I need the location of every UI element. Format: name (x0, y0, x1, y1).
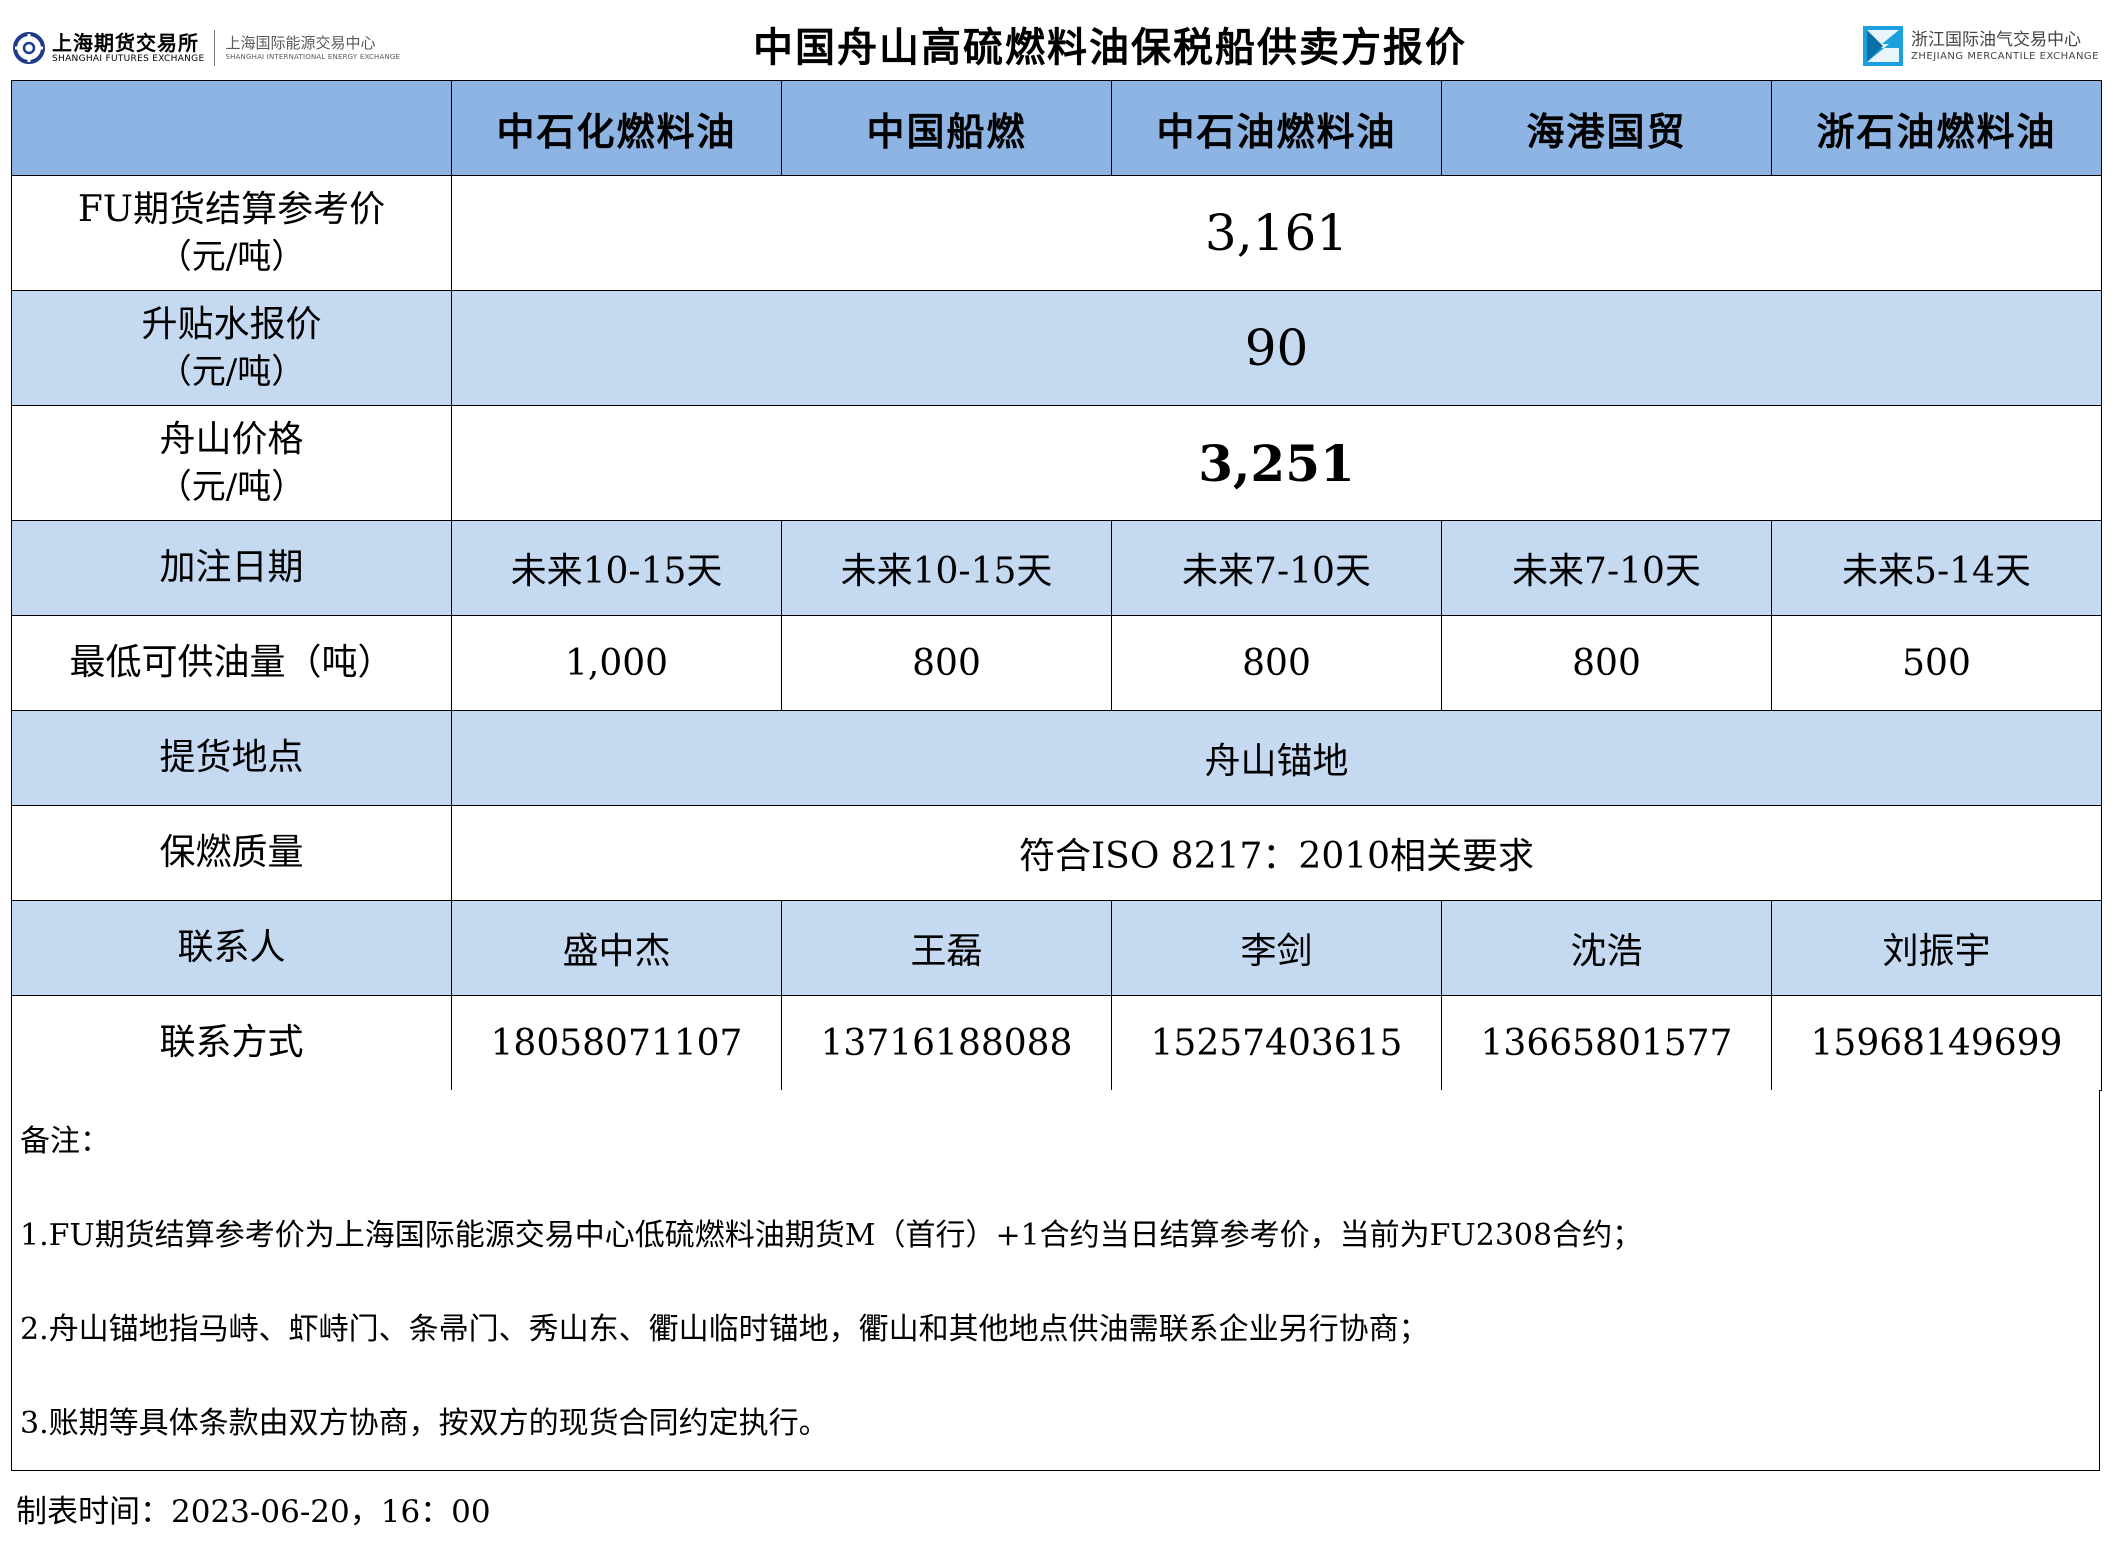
contact-phone-label: 联系方式 (11, 995, 452, 1091)
premium-row: 升贴水报价 （元/吨） 90 (11, 290, 2102, 406)
supplier-header-cell: 中国船燃 (781, 80, 1112, 176)
sfe-name-en: SHANGHAI FUTURES EXCHANGE (52, 53, 205, 64)
zhoushan-price-value: 3,251 (451, 405, 2102, 521)
sfe-name-cn: 上海期货交易所 (52, 30, 199, 55)
min-quantity-label: 最低可供油量（吨） (11, 615, 452, 711)
header-corner-cell (11, 80, 452, 176)
supplier-header-cell: 中石油燃料油 (1111, 80, 1442, 176)
sfe-emblem-icon (13, 32, 45, 64)
quality-value: 符合ISO 8217：2010相关要求 (451, 805, 2102, 901)
supplier-header-cell: 中石化燃料油 (451, 80, 782, 176)
contact-person-cell: 王磊 (781, 900, 1112, 996)
notes-box: 备注： 1.FU期货结算参考价为上海国际能源交易中心低硫燃料油期货M（首行）+1… (11, 1090, 2100, 1471)
ine-name-cn: 上海国际能源交易中心 (225, 34, 376, 52)
row-label: 升贴水报价 (141, 304, 322, 345)
contact-phone-cell: 15257403615 (1111, 995, 1442, 1091)
note-item: 3.账期等具体条款由双方协商，按双方的现货合同约定执行。 (20, 1406, 829, 1441)
contact-person-cell: 沈浩 (1441, 900, 1772, 996)
row-unit: （元/吨） (157, 237, 306, 277)
delivery-date-row: 加注日期 未来10-15天 未来10-15天 未来7-10天 未来7-10天 未… (11, 520, 2102, 616)
min-quantity-row: 最低可供油量（吨） 1,000 800 800 800 500 (11, 615, 2102, 711)
zme-name-cn: 浙江国际油气交易中心 (1911, 30, 2081, 50)
logo-divider (214, 30, 216, 66)
zme-logo: 浙江国际油气交易中心 ZHEJIANG MERCANTILE EXCHANGE (1863, 26, 2099, 66)
pickup-location-row: 提货地点 舟山锚地 (11, 710, 2102, 806)
premium-value: 90 (451, 290, 2102, 406)
page-header: 上海期货交易所 SHANGHAI FUTURES EXCHANGE 上海国际能源… (0, 0, 2113, 80)
contact-person-cell: 盛中杰 (451, 900, 782, 996)
contact-phone-row: 联系方式 18058071107 13716188088 15257403615… (11, 995, 2102, 1091)
contact-person-cell: 李剑 (1111, 900, 1442, 996)
delivery-date-label: 加注日期 (11, 520, 452, 616)
contact-person-label: 联系人 (11, 900, 452, 996)
page-title: 中国舟山高硫燃料油保税船供卖方报价 (753, 24, 1467, 71)
delivery-date-cell: 未来5-14天 (1771, 520, 2102, 616)
supplier-header-cell: 海港国贸 (1441, 80, 1772, 176)
made-time: 制表时间：2023-06-20，16：00 (16, 1494, 491, 1530)
min-quantity-cell: 500 (1771, 615, 2102, 711)
quote-table: 中石化燃料油 中国船燃 中石油燃料油 海港国贸 浙石油燃料油 FU期货结算参考价… (11, 80, 2102, 1091)
contact-phone-cell: 15968149699 (1771, 995, 2102, 1091)
supplier-header-row: 中石化燃料油 中国船燃 中石油燃料油 海港国贸 浙石油燃料油 (11, 80, 2102, 176)
min-quantity-cell: 800 (1111, 615, 1442, 711)
zhoushan-price-row: 舟山价格 （元/吨） 3,251 (11, 405, 2102, 521)
fu-price-label-cell: FU期货结算参考价 （元/吨） (11, 175, 452, 291)
zme-emblem-icon (1863, 26, 1903, 66)
supplier-header-cell: 浙石油燃料油 (1771, 80, 2102, 176)
min-quantity-cell: 1,000 (451, 615, 782, 711)
zme-name-en: ZHEJIANG MERCANTILE EXCHANGE (1911, 51, 2099, 62)
row-label: 舟山价格 (159, 419, 304, 460)
contact-phone-cell: 18058071107 (451, 995, 782, 1091)
note-item: 1.FU期货结算参考价为上海国际能源交易中心低硫燃料油期货M（首行）+1合约当日… (20, 1218, 1643, 1253)
notes-title: 备注： (20, 1124, 110, 1159)
note-item: 2.舟山锚地指马峙、虾峙门、条帚门、秀山东、衢山临时锚地，衢山和其他地点供油需联… (20, 1312, 1429, 1347)
contact-person-cell: 刘振宇 (1771, 900, 2102, 996)
min-quantity-cell: 800 (1441, 615, 1772, 711)
quality-label: 保燃质量 (11, 805, 452, 901)
premium-label-cell: 升贴水报价 （元/吨） (11, 290, 452, 406)
contact-phone-cell: 13665801577 (1441, 995, 1772, 1091)
delivery-date-cell: 未来7-10天 (1111, 520, 1442, 616)
fu-price-row: FU期货结算参考价 （元/吨） 3,161 (11, 175, 2102, 291)
min-quantity-cell: 800 (781, 615, 1112, 711)
delivery-date-cell: 未来10-15天 (451, 520, 782, 616)
delivery-date-cell: 未来10-15天 (781, 520, 1112, 616)
delivery-date-cell: 未来7-10天 (1441, 520, 1772, 616)
quality-row: 保燃质量 符合ISO 8217：2010相关要求 (11, 805, 2102, 901)
contact-phone-cell: 13716188088 (781, 995, 1112, 1091)
zhoushan-price-label-cell: 舟山价格 （元/吨） (11, 405, 452, 521)
ine-name-en: SHANGHAI INTERNATIONAL ENERGY EXCHANGE (225, 53, 401, 61)
contact-person-row: 联系人 盛中杰 王磊 李剑 沈浩 刘振宇 (11, 900, 2102, 996)
row-unit: （元/吨） (157, 352, 306, 392)
pickup-location-label: 提货地点 (11, 710, 452, 806)
fu-price-value: 3,161 (451, 175, 2102, 291)
sfe-logo: 上海期货交易所 SHANGHAI FUTURES EXCHANGE 上海国际能源… (12, 26, 400, 70)
row-label: FU期货结算参考价 (77, 189, 386, 230)
pickup-location-value: 舟山锚地 (451, 710, 2102, 806)
row-unit: （元/吨） (157, 467, 306, 507)
